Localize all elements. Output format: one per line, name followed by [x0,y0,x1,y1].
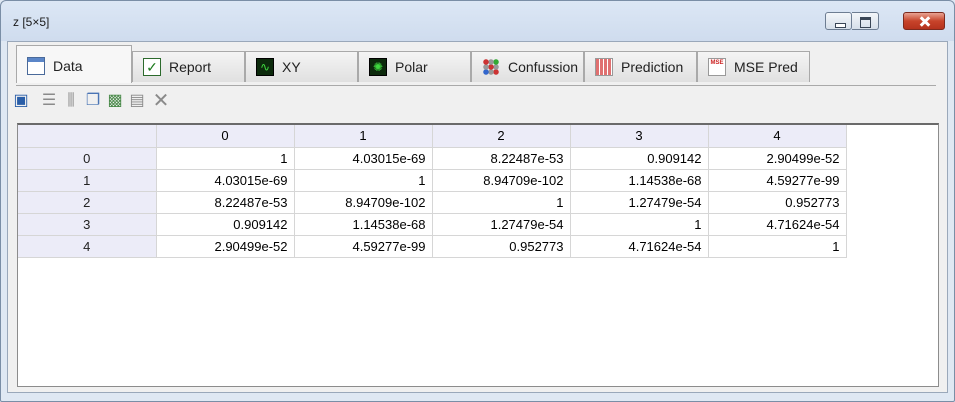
table-cell[interactable]: 1 [570,213,709,236]
table-cell[interactable]: 4.59277e-99 [294,235,433,258]
table-cell[interactable]: 1.14538e-68 [570,169,709,192]
tab-data[interactable]: Data [16,45,132,83]
tab-mse-pred[interactable]: MSE MSE Pred [697,51,810,82]
tab-label: Confussion [508,59,579,75]
save-icon[interactable]: ▣ [12,92,30,110]
tab-label: MSE Pred [734,59,798,75]
row-header[interactable]: 1 [18,169,157,192]
table-cell[interactable]: 1.27479e-54 [432,213,571,236]
row-header[interactable]: 4 [18,235,157,258]
tab-report[interactable]: ✓ Report [132,51,245,82]
insert-column-icon[interactable]: ⫼ [62,92,80,110]
toolbar: ▣ ☰ ⫼ ❐ ▩ ▤ ✕ [12,90,412,114]
window: z [5×5] Data ✓ Report ∿ XY ✺ Polar Confu… [0,0,955,402]
table-row: 4 2.90499e-52 4.59277e-99 0.952773 4.716… [18,235,847,258]
table-cell[interactable]: 4.71624e-54 [570,235,709,258]
polar-plot-icon: ✺ [369,58,387,76]
table-row: 2 8.22487e-53 8.94709e-102 1 1.27479e-54… [18,191,847,214]
data-grid[interactable]: 0 1 2 3 4 0 1 4.03015e-69 8.22487e-53 0.… [17,123,939,387]
table-cell[interactable]: 0.952773 [708,191,847,214]
table-cell[interactable]: 8.94709e-102 [432,169,571,192]
tab-label: XY [282,59,301,75]
grid-icon [595,58,613,76]
table-cell[interactable]: 4.03015e-69 [294,147,433,170]
tab-label: Report [169,59,212,75]
table-cell[interactable]: 1 [156,147,295,170]
dots-matrix-icon [482,58,500,76]
row-header[interactable]: 2 [18,191,157,214]
tab-xy[interactable]: ∿ XY [245,51,358,82]
copy-image-icon[interactable]: ▩ [106,92,124,110]
table-row: 3 0.909142 1.14538e-68 1.27479e-54 1 4.7… [18,213,847,236]
mse-icon: MSE [708,58,726,76]
client-area: Data ✓ Report ∿ XY ✺ Polar Confussion Pr… [7,41,948,393]
delete-icon[interactable]: ✕ [152,91,170,111]
title-bar[interactable]: z [5×5] [1,1,954,41]
tab-label: Data [53,58,83,74]
tab-prediction[interactable]: Prediction [584,51,697,82]
xy-plot-icon: ∿ [256,58,274,76]
row-header[interactable]: 3 [18,213,157,236]
column-header[interactable]: 4 [708,125,847,148]
table-cell[interactable]: 0.909142 [570,147,709,170]
table-cell[interactable]: 0.909142 [156,213,295,236]
column-header[interactable]: 0 [156,125,295,148]
table-cell[interactable]: 8.94709e-102 [294,191,433,214]
table-cell[interactable]: 2.90499e-52 [708,147,847,170]
tab-label: Polar [395,59,428,75]
window-title: z [5×5] [13,15,50,29]
tab-confussion[interactable]: Confussion [471,51,584,82]
table-cell[interactable]: 1 [432,191,571,214]
insert-row-icon[interactable]: ☰ [40,92,58,110]
paste-icon[interactable]: ▤ [128,92,146,110]
maximize-button[interactable] [852,12,879,30]
tab-strip: Data ✓ Report ∿ XY ✺ Polar Confussion Pr… [16,45,936,86]
table-cell[interactable]: 1.14538e-68 [294,213,433,236]
table-cell[interactable]: 1 [708,235,847,258]
table-cell[interactable]: 1.27479e-54 [570,191,709,214]
header-row: 0 1 2 3 4 [18,125,847,148]
column-header[interactable]: 2 [432,125,571,148]
tab-polar[interactable]: ✺ Polar [358,51,471,82]
row-header[interactable]: 0 [18,147,157,170]
table-cell[interactable]: 1 [294,169,433,192]
corner-cell[interactable] [18,125,157,148]
table-icon [27,57,45,75]
table-cell[interactable]: 2.90499e-52 [156,235,295,258]
tab-label: Prediction [621,59,684,75]
minimize-button[interactable] [825,12,852,30]
checkmark-icon: ✓ [143,58,161,76]
tab-divider [16,85,936,86]
close-button[interactable] [903,12,945,30]
table-row: 1 4.03015e-69 1 8.94709e-102 1.14538e-68… [18,169,847,192]
table-cell[interactable]: 0.952773 [432,235,571,258]
column-header[interactable]: 1 [294,125,433,148]
column-header[interactable]: 3 [570,125,709,148]
copy-icon[interactable]: ❐ [84,92,102,110]
table-cell[interactable]: 8.22487e-53 [432,147,571,170]
table-cell[interactable]: 8.22487e-53 [156,191,295,214]
table-cell[interactable]: 4.03015e-69 [156,169,295,192]
table-cell[interactable]: 4.59277e-99 [708,169,847,192]
table-cell[interactable]: 4.71624e-54 [708,213,847,236]
data-table: 0 1 2 3 4 0 1 4.03015e-69 8.22487e-53 0.… [18,125,847,258]
table-row: 0 1 4.03015e-69 8.22487e-53 0.909142 2.9… [18,147,847,170]
